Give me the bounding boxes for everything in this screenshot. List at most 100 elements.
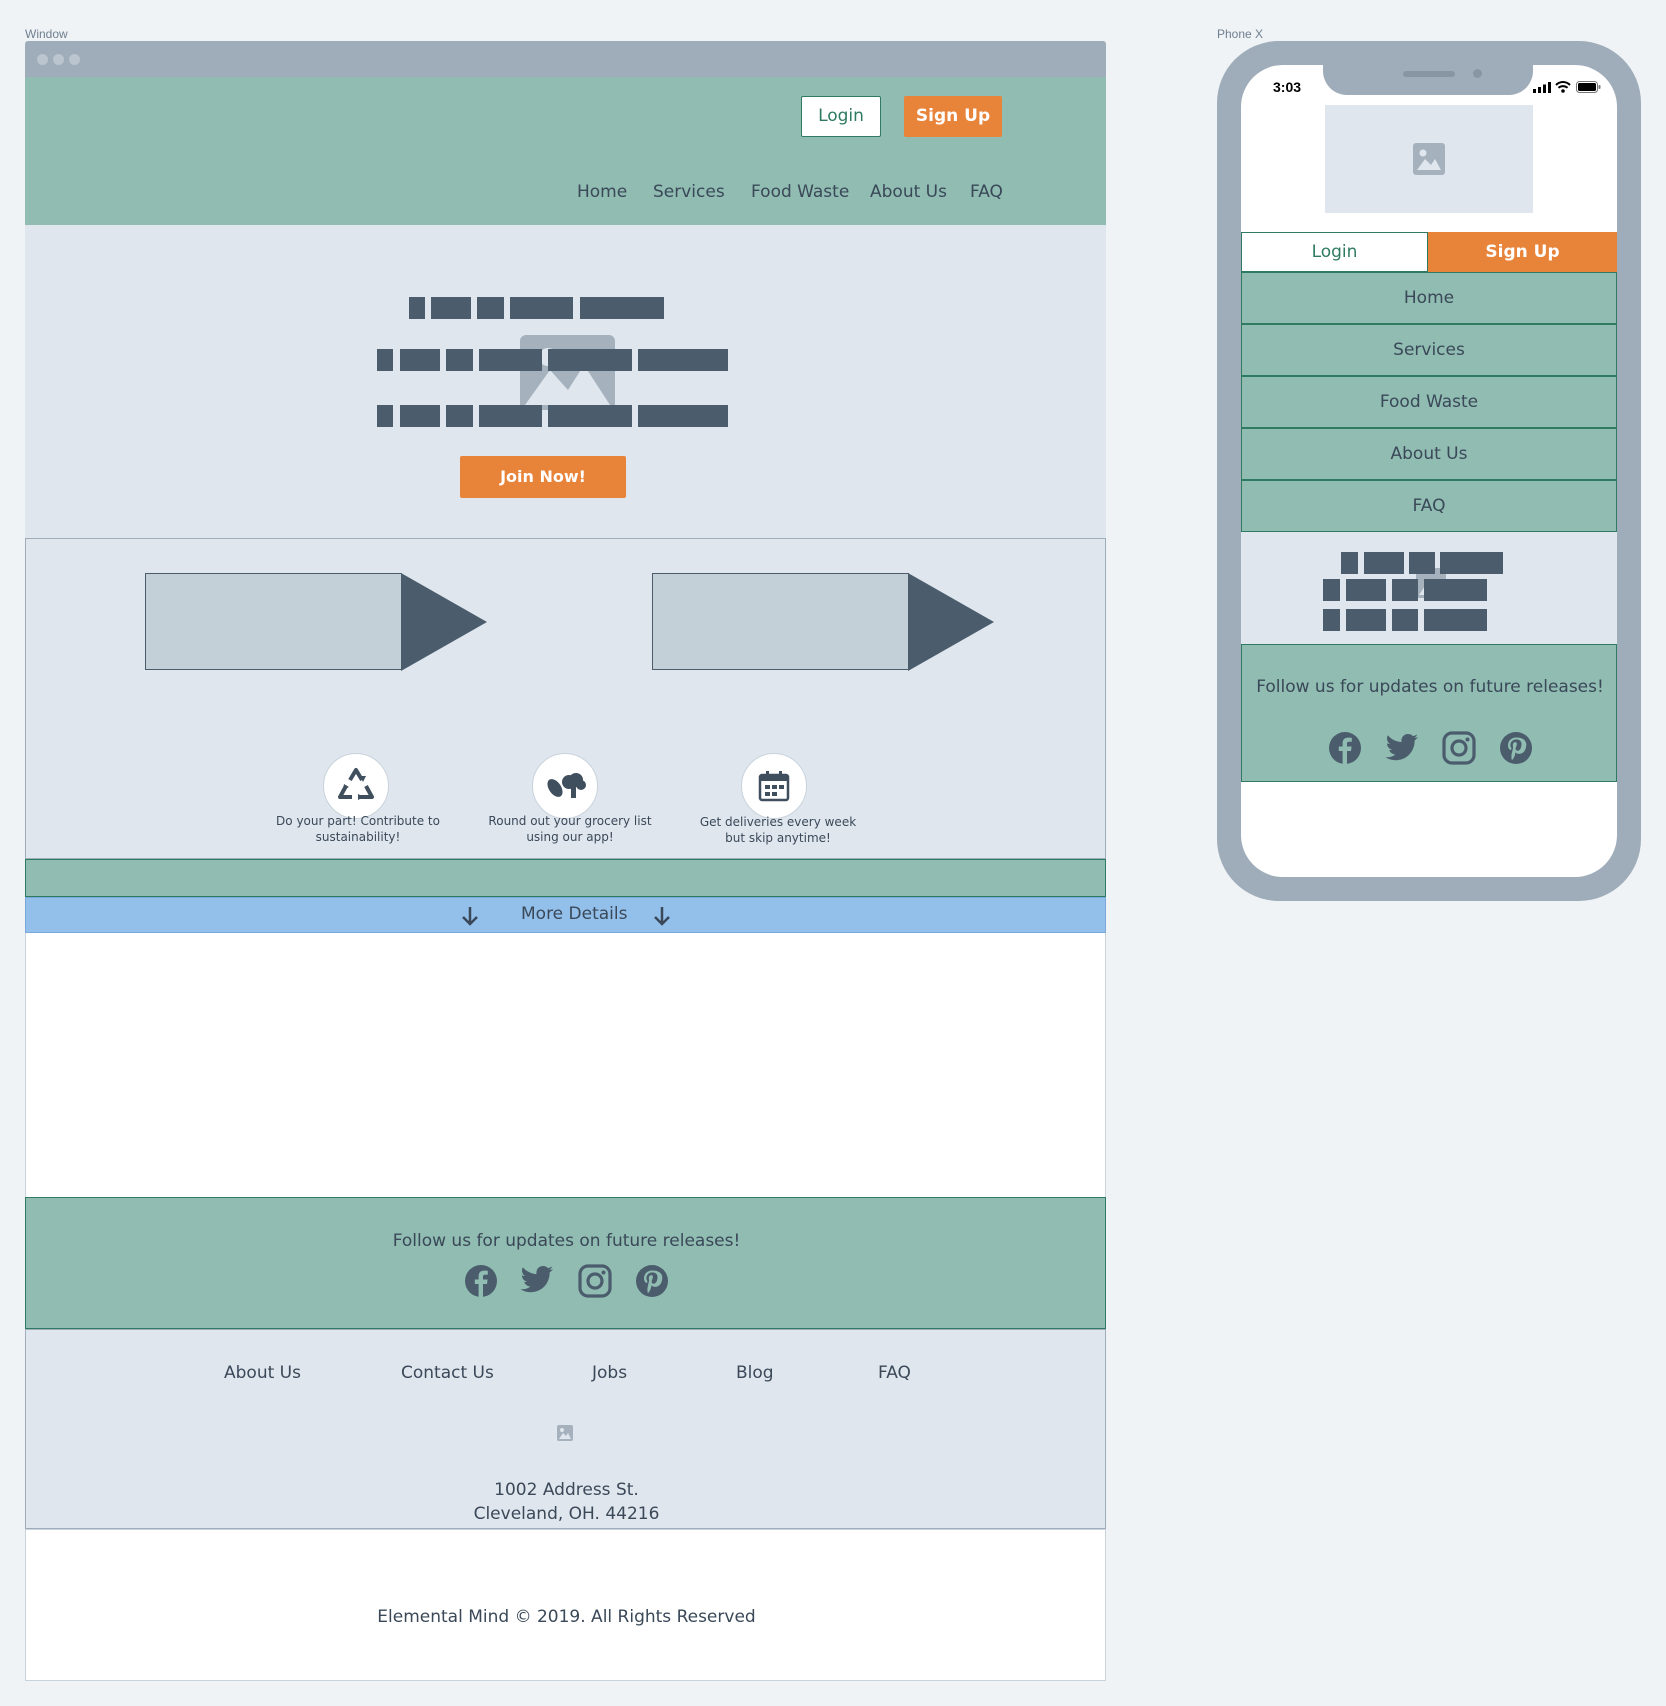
hero-text-bar (580, 297, 664, 319)
instagram-icon (578, 1264, 612, 1298)
site-header: Login Sign Up Home Services Food Waste A… (25, 77, 1106, 225)
footer-link-contact-us[interactable]: Contact Us (401, 1363, 494, 1383)
phone-follow-section: Follow us for updates on future releases… (1241, 644, 1617, 782)
arrow-banner-left (145, 573, 402, 670)
phone-twitter-link[interactable] (1385, 733, 1419, 767)
calendar-icon (758, 771, 790, 802)
feature-text-line: Do your part! Contribute to (276, 814, 440, 828)
hero-text-bar (548, 405, 632, 427)
features-section: Do your part! Contribute to sustainabili… (25, 538, 1106, 859)
hero-text-bar (400, 405, 440, 427)
follow-text: Follow us for updates on future releases… (392, 1231, 741, 1251)
pinterest-icon (1500, 732, 1532, 764)
phone-caption: Phone X (1217, 27, 1264, 41)
signup-button[interactable]: Sign Up (904, 96, 1002, 137)
phone-notch (1323, 65, 1533, 95)
phone-hero-bar (1346, 579, 1386, 601)
groceries-icon-circle (532, 753, 598, 819)
pinterest-link[interactable] (635, 1264, 669, 1298)
green-divider-strip (25, 859, 1106, 897)
nav-services[interactable]: Services (653, 182, 725, 202)
footer-address: 1002 Address St. Cleveland, OH. 44216 (26, 1478, 1107, 1526)
hero-text-bar (510, 297, 573, 319)
phone-instagram-link[interactable] (1442, 731, 1476, 769)
arrow-down-icon (462, 907, 478, 926)
phone-nav-food-waste[interactable]: Food Waste (1241, 376, 1617, 428)
phone-facebook-link[interactable] (1328, 731, 1362, 769)
footer-link-blog[interactable]: Blog (736, 1363, 774, 1383)
nav-home[interactable]: Home (577, 182, 627, 202)
more-details-bar[interactable]: More Details (25, 897, 1106, 933)
hero-text-bar (446, 405, 473, 427)
hero-text-bar (377, 405, 393, 427)
image-placeholder-icon (1413, 143, 1445, 175)
join-now-button[interactable]: Join Now! (460, 456, 626, 498)
phone-speaker (1403, 71, 1455, 77)
footer-link-jobs[interactable]: Jobs (592, 1363, 627, 1383)
phone-camera (1473, 69, 1482, 78)
follow-section: Follow us for updates on future releases… (25, 1197, 1106, 1329)
nav-about-us[interactable]: About Us (870, 182, 947, 202)
footer-links-section: About Us Contact Us Jobs Blog FAQ 1002 A… (25, 1329, 1106, 1529)
phone-follow-text: Follow us for updates on future releases… (1256, 677, 1604, 697)
logo-image-placeholder-icon (557, 1425, 573, 1441)
phone-hero-bar (1364, 552, 1404, 574)
address-line2: Cleveland, OH. 44216 (473, 1504, 660, 1524)
phone-hero-bar (1323, 579, 1340, 601)
twitter-link[interactable] (520, 1265, 554, 1295)
feature-text-grocery: Round out your grocery list using our ap… (480, 813, 660, 845)
phone-nav-home[interactable]: Home (1241, 272, 1617, 324)
signal-icon (1533, 82, 1551, 93)
groceries-icon (547, 773, 586, 798)
facebook-link[interactable] (464, 1264, 498, 1298)
phone-frame: 3:03 Login Sign Up Home Services Food Wa… (1217, 41, 1641, 901)
phone-hero-bar (1392, 609, 1418, 631)
hero-text-bar (548, 349, 632, 371)
phone-hero-bar (1341, 552, 1358, 574)
footer-link-about-us[interactable]: About Us (224, 1363, 301, 1383)
phone-pinterest-link[interactable] (1499, 731, 1533, 769)
phone-time: 3:03 (1273, 79, 1302, 95)
hero-text-bar (479, 349, 542, 371)
hero-text-bar (446, 349, 473, 371)
hero-section: Join Now! (25, 225, 1106, 538)
twitter-icon (520, 1266, 553, 1293)
recycle-icon-circle (323, 753, 389, 819)
phone-nav-about-us[interactable]: About Us (1241, 428, 1617, 480)
address-line1: 1002 Address St. (494, 1480, 639, 1500)
hero-text-bar (377, 349, 393, 371)
window-dot-maximize[interactable] (69, 54, 80, 65)
window-titlebar (25, 41, 1106, 77)
nav-faq[interactable]: FAQ (970, 182, 1003, 202)
feature-text-line: Round out your grocery list (488, 814, 652, 828)
feature-text-line: sustainability! (315, 830, 401, 844)
hero-text-bar (638, 349, 728, 371)
hero-image-placeholder-icon (520, 335, 615, 410)
instagram-link[interactable] (578, 1264, 612, 1298)
facebook-icon (465, 1265, 497, 1298)
phone-signup-button[interactable]: Sign Up (1428, 232, 1617, 272)
login-button[interactable]: Login (801, 96, 881, 137)
feature-text-deliveries: Get deliveries every week but skip anyti… (693, 814, 863, 846)
phone-hero-bar (1409, 552, 1435, 574)
hero-text-bar (431, 297, 471, 319)
window-dot-minimize[interactable] (53, 54, 64, 65)
hero-text-bar (477, 297, 504, 319)
phone-hero-bar (1392, 579, 1418, 601)
window-dot-close[interactable] (37, 54, 48, 65)
hero-text-bar (400, 349, 440, 371)
footer-link-faq[interactable]: FAQ (878, 1363, 911, 1383)
hero-text-bar (638, 405, 728, 427)
nav-food-waste[interactable]: Food Waste (751, 182, 849, 202)
twitter-icon (1385, 734, 1418, 761)
hero-text-bar (409, 297, 425, 319)
copyright-text: Elemental Mind © 2019. All Rights Reserv… (377, 1607, 756, 1627)
phone-nav-services[interactable]: Services (1241, 324, 1617, 376)
phone-hero-bar (1424, 579, 1487, 601)
phone-hero-bar (1346, 609, 1386, 631)
phone-nav-faq[interactable]: FAQ (1241, 480, 1617, 532)
more-details-label[interactable]: More Details (521, 904, 627, 924)
pinterest-icon (636, 1265, 668, 1297)
phone-login-button[interactable]: Login (1241, 232, 1428, 272)
arrow-head-right-icon (908, 573, 994, 671)
